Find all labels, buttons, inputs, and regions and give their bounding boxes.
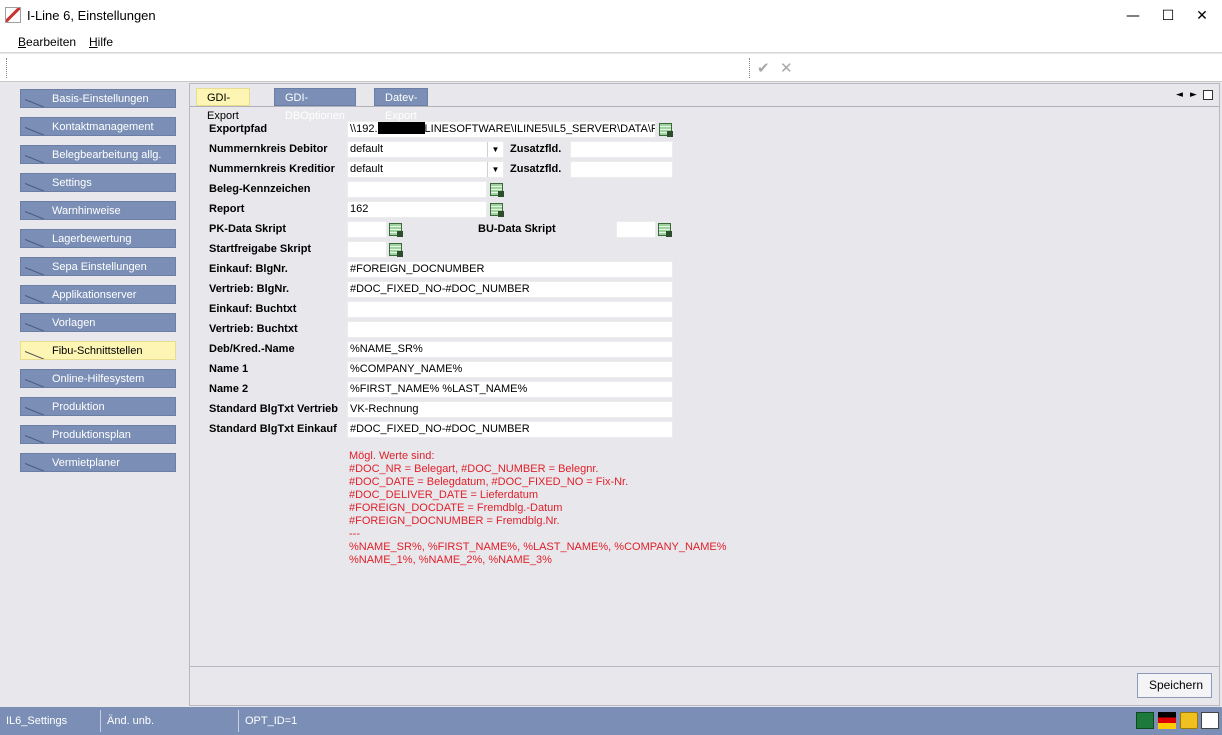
status-bar: IL6_Settings Änd. unb. OPT_ID=1 <box>0 707 1222 735</box>
startfreigabe-skript-label: Startfreigabe Skript <box>209 243 312 255</box>
standard-blgtxt-vertrieb-label: Standard BlgTxt Vertrieb <box>209 403 338 415</box>
save-button[interactable]: Speichern <box>1137 673 1212 698</box>
menu-bar: Bearbeiten Hilfe <box>0 31 1222 53</box>
pk-data-skript-field[interactable] <box>347 221 387 238</box>
exportpfad-field[interactable]: \\192. LINESOFTWARE\ILINE5\IL5_SERVER\DAT… <box>347 121 656 138</box>
deb-kred-name-field[interactable]: %NAME_SR% <box>347 341 673 358</box>
einkauf-blgnr-label: Einkauf: BlgNr. <box>209 263 288 275</box>
report-field[interactable]: 162 <box>347 201 487 218</box>
sidebar-item-produktion[interactable]: Produktion <box>20 397 176 416</box>
placeholder-hint-text: Mögl. Werte sind: #DOC_NR = Belegart, #D… <box>349 450 727 566</box>
sidebar-item-fibu-schnittstellen[interactable]: Fibu-Schnittstellen <box>20 341 176 360</box>
sidebar-item-vermietplaner[interactable]: Vermietplaner <box>20 453 176 472</box>
minimize-button[interactable]: — <box>1123 6 1143 26</box>
app-icon <box>5 7 21 23</box>
toolbar-grip <box>749 58 750 78</box>
close-button[interactable]: ✕ <box>1192 6 1212 26</box>
standard-blgtxt-einkauf-field[interactable]: #DOC_FIXED_NO-#DOC_NUMBER <box>347 421 673 438</box>
vertrieb-buchtxt-field[interactable] <box>347 321 673 338</box>
name1-field[interactable]: %COMPANY_NAME% <box>347 361 673 378</box>
exportpfad-value-prefix: \\192. <box>350 123 378 135</box>
name2-label: Name 2 <box>209 383 249 395</box>
cancel-icon[interactable]: ✕ <box>780 59 793 77</box>
window-title: I-Line 6, Einstellungen <box>27 8 156 23</box>
report-picker-icon[interactable] <box>488 201 504 217</box>
nummernkreis-debitor-label: Nummernkreis Debitor <box>209 143 328 155</box>
menu-hilfe[interactable]: Hilfe <box>89 35 113 49</box>
chevron-down-icon[interactable]: ▼ <box>487 142 503 157</box>
sidebar-item-warnhinweise[interactable]: Warnhinweise <box>20 201 176 220</box>
status-change-state: Änd. unb. <box>101 710 239 732</box>
zusatzfld-field-2[interactable] <box>570 161 673 178</box>
vertrieb-blgnr-label: Vertrieb: BlgNr. <box>209 283 290 295</box>
name2-field[interactable]: %FIRST_NAME% %LAST_NAME% <box>347 381 673 398</box>
toolbar-grip <box>6 58 7 78</box>
sidebar-item-settings[interactable]: Settings <box>20 173 176 192</box>
report-label: Report <box>209 203 245 215</box>
standard-blgtxt-vertrieb-field[interactable]: VK-Rechnung <box>347 401 673 418</box>
sidebar-item-produktionsplan[interactable]: Produktionsplan <box>20 425 176 444</box>
checkmark-icon[interactable]: ✔ <box>757 59 770 77</box>
sidebar-item-online-hilfesystem[interactable]: Online-Hilfesystem <box>20 369 176 388</box>
sidebar-item-applikationserver[interactable]: Applikationserver <box>20 285 176 304</box>
nummernkreis-kreditor-select[interactable]: default ▼ <box>347 161 504 178</box>
zusatzfld-label-1: Zusatzfld. <box>510 143 562 155</box>
einkauf-buchtxt-field[interactable] <box>347 301 673 318</box>
standard-blgtxt-einkauf-label: Standard BlgTxt Einkauf <box>209 423 337 435</box>
nummernkreis-debitor-value: default <box>350 143 384 155</box>
sidebar: Basis-Einstellungen Kontaktmanagement Be… <box>0 83 188 706</box>
lock-icon[interactable] <box>1180 712 1198 729</box>
document-icon[interactable] <box>1201 712 1219 729</box>
zusatzfld-field-1[interactable] <box>570 141 673 158</box>
excel-icon[interactable] <box>1136 712 1154 729</box>
bu-data-skript-field[interactable] <box>616 221 656 238</box>
tab-datev-export[interactable]: Datev-Export <box>374 88 429 122</box>
zusatzfld-label-2: Zusatzfld. <box>510 163 562 175</box>
nummernkreis-kreditor-value: default <box>350 163 384 175</box>
beleg-kennzeichen-field[interactable] <box>347 181 487 198</box>
einkauf-buchtxt-label: Einkauf: Buchtxt <box>209 303 297 315</box>
nummernkreis-kreditor-label: Nummernkreis Kreditior <box>209 163 335 175</box>
pk-data-skript-picker-icon[interactable] <box>387 221 403 237</box>
sidebar-item-kontaktmanagement[interactable]: Kontaktmanagement <box>20 117 176 136</box>
sidebar-item-basis-einstellungen[interactable]: Basis-Einstellungen <box>20 89 176 108</box>
chevron-down-icon[interactable]: ▼ <box>487 162 503 177</box>
status-opt-id: OPT_ID=1 <box>245 715 298 727</box>
name1-label: Name 1 <box>209 363 249 375</box>
sidebar-item-vorlagen[interactable]: Vorlagen <box>20 313 176 332</box>
toolbar: ✔ ✕ <box>0 54 1222 82</box>
exportpfad-label: Exportpfad <box>209 123 268 135</box>
maximize-button[interactable]: ☐ <box>1158 6 1178 26</box>
settings-panel: GDI-Export GDI-DBOptionen Datev-Export ◄… <box>189 83 1220 706</box>
sidebar-item-sepa-einstellungen[interactable]: Sepa Einstellungen <box>20 257 176 276</box>
nummernkreis-debitor-select[interactable]: default ▼ <box>347 141 504 158</box>
beleg-kennzeichen-label: Beleg-Kennzeichen <box>209 183 311 195</box>
redacted-block <box>377 122 425 134</box>
status-module: IL6_Settings <box>0 710 101 732</box>
bu-data-skript-label: BU-Data Skript <box>478 223 556 235</box>
tab-menu-icon[interactable] <box>1203 90 1213 100</box>
menu-bearbeiten[interactable]: Bearbeiten <box>18 35 76 49</box>
sidebar-item-belegbearbeitung[interactable]: Belegbearbeitung allg. <box>20 145 176 164</box>
beleg-kennzeichen-picker-icon[interactable] <box>488 181 504 197</box>
startfreigabe-skript-field[interactable] <box>347 241 387 258</box>
tab-scroll-left-icon[interactable]: ◄ <box>1176 90 1183 100</box>
footer-divider <box>190 666 1219 667</box>
tab-scroll-right-icon[interactable]: ► <box>1190 90 1197 100</box>
einkauf-blgnr-field[interactable]: #FOREIGN_DOCNUMBER <box>347 261 673 278</box>
tab-gdi-export[interactable]: GDI-Export <box>196 88 250 122</box>
exportpfad-picker-icon[interactable] <box>657 121 673 137</box>
tab-gdi-dboptionen[interactable]: GDI-DBOptionen <box>274 88 356 122</box>
pk-data-skript-label: PK-Data Skript <box>209 223 287 235</box>
sidebar-item-lagerbewertung[interactable]: Lagerbewertung <box>20 229 176 248</box>
exportpfad-value-suffix: LINESOFTWARE\ILINE5\IL5_SERVER\DATA\FIB <box>424 123 656 135</box>
deb-kred-name-label: Deb/Kred.-Name <box>209 343 295 355</box>
bu-data-skript-picker-icon[interactable] <box>656 221 672 237</box>
title-bar: I-Line 6, Einstellungen — ☐ ✕ <box>0 0 1222 31</box>
tab-divider <box>190 106 1219 107</box>
german-flag-icon[interactable] <box>1158 712 1176 729</box>
vertrieb-blgnr-field[interactable]: #DOC_FIXED_NO-#DOC_NUMBER <box>347 281 673 298</box>
vertrieb-buchtxt-label: Vertrieb: Buchtxt <box>209 323 298 335</box>
startfreigabe-skript-picker-icon[interactable] <box>387 241 403 257</box>
